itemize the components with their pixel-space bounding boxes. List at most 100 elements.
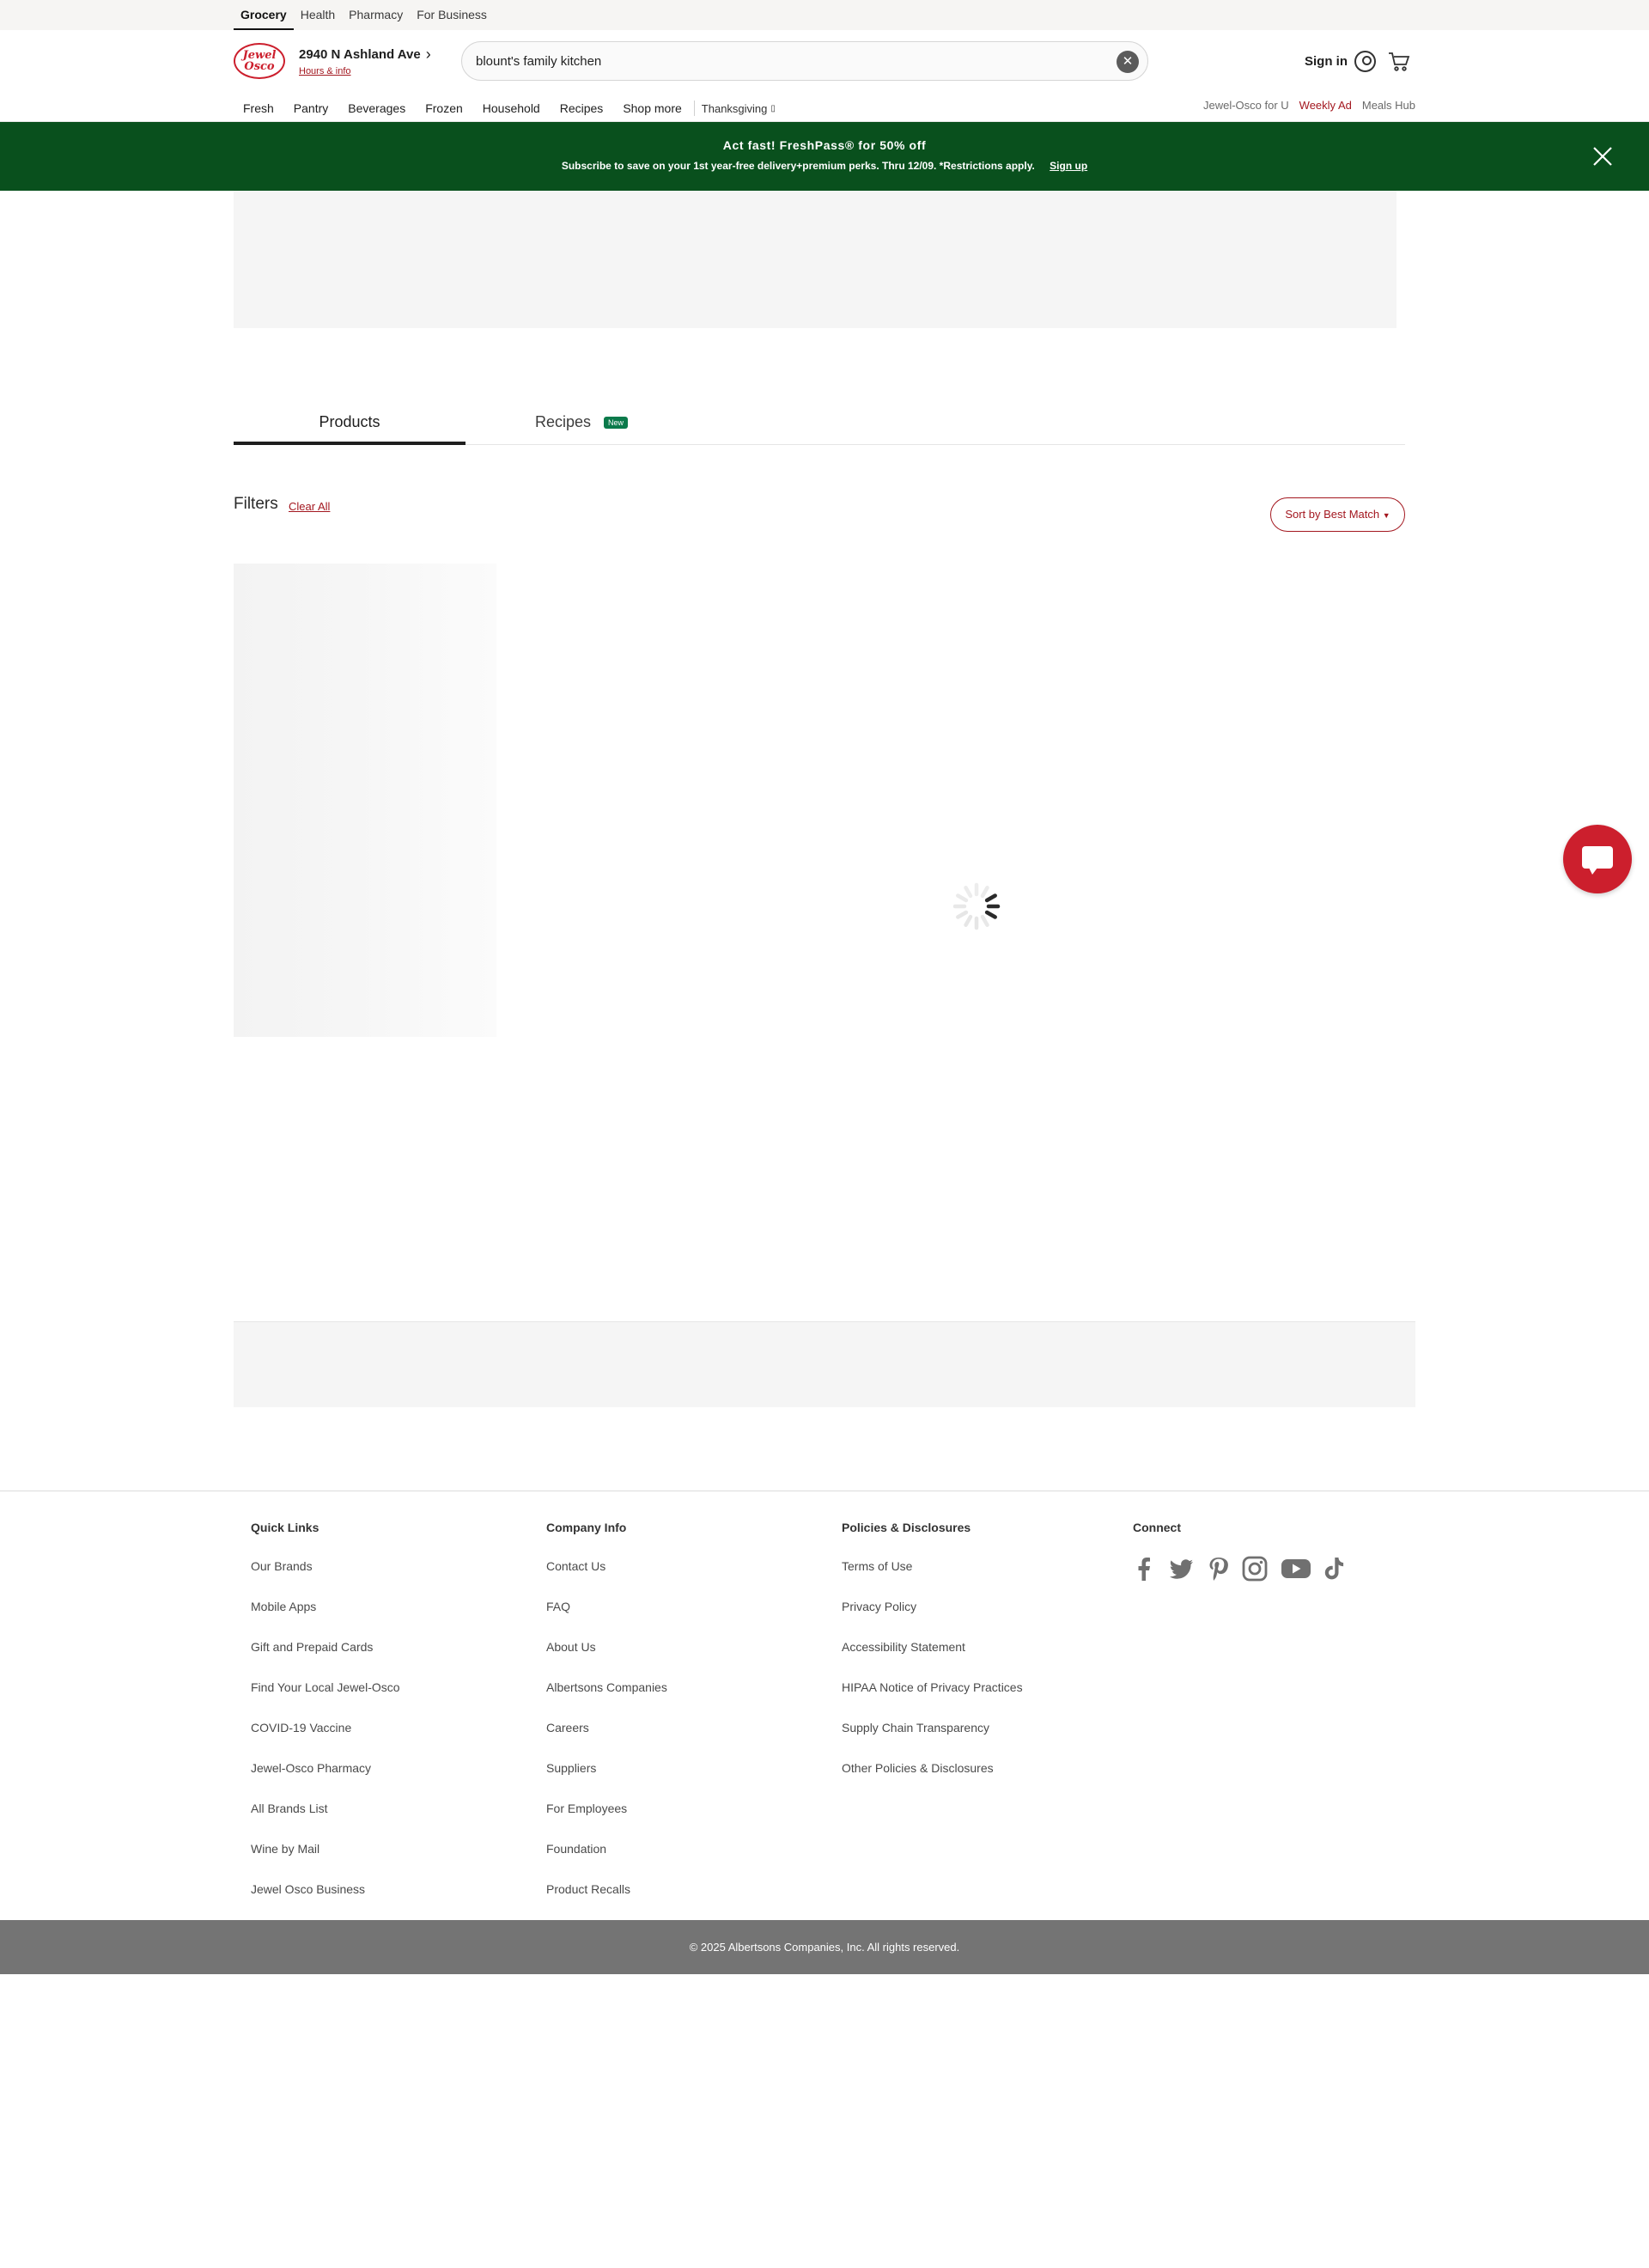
footer-link-other-policies[interactable]: Other Policies & Disclosures [842, 1761, 1023, 1802]
site-header: Jewel Osco 2940 N Ashland Ave › Hours & … [0, 30, 1649, 122]
footer-link-hipaa[interactable]: HIPAA Notice of Privacy Practices [842, 1680, 1023, 1721]
sign-in-label: Sign in [1305, 54, 1348, 69]
thanksgiving-label: Thanksgiving [701, 101, 768, 115]
store-address[interactable]: 2940 N Ashland Ave › [299, 46, 431, 64]
footer-link-suppliers[interactable]: Suppliers [546, 1761, 667, 1802]
utility-tab-pharmacy[interactable]: Pharmacy [342, 0, 410, 30]
instagram-icon[interactable] [1241, 1555, 1269, 1582]
footer-link-gift-cards[interactable]: Gift and Prepaid Cards [251, 1640, 400, 1680]
search-result-tabs: Products Recipes New [234, 405, 1405, 445]
clear-search-icon[interactable]: ✕ [1117, 51, 1139, 73]
footer-link-wine-by-mail[interactable]: Wine by Mail [251, 1842, 400, 1882]
nav-item-fresh[interactable]: Fresh [243, 101, 274, 115]
footer-link-all-brands[interactable]: All Brands List [251, 1802, 400, 1842]
promo-sign-up-link[interactable]: Sign up [1050, 160, 1087, 172]
footer-link-business[interactable]: Jewel Osco Business [251, 1882, 400, 1923]
external-link-icon: ▯ [770, 103, 776, 113]
utility-bar: Grocery Health Pharmacy For Business [0, 0, 1649, 30]
sign-in-button[interactable]: Sign in [1305, 51, 1376, 72]
footer-link-find-store[interactable]: Find Your Local Jewel-Osco [251, 1680, 400, 1721]
footer-link-careers[interactable]: Careers [546, 1721, 667, 1761]
company-info-title: Company Info [546, 1521, 627, 1534]
weekly-ad-link[interactable]: Weekly Ad [1299, 99, 1352, 112]
footer-company-info: Company Info Contact Us FAQ About Us Alb… [546, 1521, 667, 1923]
filters-skeleton-loader [234, 564, 496, 1037]
clear-all-filters-link[interactable]: Clear All [289, 500, 330, 513]
facebook-icon[interactable] [1133, 1556, 1155, 1582]
nav-item-shop-more[interactable]: Shop more [623, 101, 681, 115]
jewel-osco-logo[interactable]: Jewel Osco [234, 43, 285, 79]
hours-info-link[interactable]: Hours & info [299, 66, 431, 76]
filters-title: Filters [234, 495, 278, 513]
footer-link-covid-vaccine[interactable]: COVID-19 Vaccine [251, 1721, 400, 1761]
footer-link-mobile-apps[interactable]: Mobile Apps [251, 1600, 400, 1640]
nav-item-thanksgiving[interactable]: Thanksgiving ▯ [702, 102, 776, 115]
footer-quick-links: Quick Links Our Brands Mobile Apps Gift … [251, 1521, 400, 1923]
tiktok-icon[interactable] [1323, 1556, 1346, 1582]
footer-link-our-brands[interactable]: Our Brands [251, 1559, 400, 1600]
utility-tab-health[interactable]: Health [294, 0, 342, 30]
footer-connect: Connect [1133, 1521, 1346, 1582]
utility-tabs: Grocery Health Pharmacy For Business [234, 0, 494, 30]
footer-link-contact-us[interactable]: Contact Us [546, 1559, 667, 1600]
nav-item-recipes[interactable]: Recipes [560, 101, 604, 115]
social-icons [1133, 1555, 1346, 1582]
promo-title: Act fast! FreshPass® for 50% off [722, 138, 927, 152]
copyright-bar: © 2025 Albertsons Companies, Inc. All ri… [0, 1920, 1649, 1974]
caret-down-icon: ▼ [1382, 511, 1390, 520]
nav-item-frozen[interactable]: Frozen [425, 101, 463, 115]
footer-link-faq[interactable]: FAQ [546, 1600, 667, 1640]
nav-item-pantry[interactable]: Pantry [294, 101, 328, 115]
user-account-icon [1354, 51, 1376, 72]
pinterest-icon[interactable] [1207, 1556, 1229, 1582]
close-icon[interactable] [1591, 144, 1615, 168]
logo-text-osco: Osco [244, 60, 275, 73]
twitter-icon[interactable] [1167, 1556, 1195, 1582]
store-address-text: 2940 N Ashland Ave [299, 47, 421, 62]
copyright-text: © 2025 Albertsons Companies, Inc. All ri… [689, 1941, 960, 1954]
footer-link-privacy[interactable]: Privacy Policy [842, 1600, 1023, 1640]
nav-item-household[interactable]: Household [483, 101, 540, 115]
loading-spinner-icon [952, 882, 1001, 930]
connect-title: Connect [1133, 1521, 1181, 1534]
chat-support-button[interactable] [1563, 825, 1632, 893]
footer-link-albertsons[interactable]: Albertsons Companies [546, 1680, 667, 1721]
ad-banner-placeholder [234, 191, 1396, 328]
tab-products-label: Products [319, 413, 380, 430]
footer-link-product-recalls[interactable]: Product Recalls [546, 1882, 667, 1923]
nav-divider [693, 101, 695, 116]
search-input[interactable] [462, 42, 1080, 80]
tab-products[interactable]: Products [234, 405, 465, 445]
footer-link-supply-chain[interactable]: Supply Chain Transparency [842, 1721, 1023, 1761]
sort-dropdown[interactable]: Sort by Best Match ▼ [1270, 497, 1405, 532]
promo-subtitle: Subscribe to save on your 1st year-free … [561, 160, 1035, 172]
footer-link-about-us[interactable]: About Us [546, 1640, 667, 1680]
youtube-icon[interactable] [1281, 1557, 1311, 1581]
footer-link-terms[interactable]: Terms of Use [842, 1559, 1023, 1600]
promo-subtitle-row: Subscribe to save on your 1st year-free … [0, 160, 1649, 172]
footer-link-accessibility[interactable]: Accessibility Statement [842, 1640, 1023, 1680]
footer-link-employees[interactable]: For Employees [546, 1802, 667, 1842]
sort-label: Sort by Best Match [1285, 508, 1380, 521]
footer-link-pharmacy[interactable]: Jewel-Osco Pharmacy [251, 1761, 400, 1802]
freshpass-promo-banner: Act fast! FreshPass® for 50% off Subscri… [0, 122, 1649, 191]
meals-hub-link[interactable]: Meals Hub [1362, 99, 1415, 112]
utility-tab-grocery[interactable]: Grocery [234, 0, 294, 30]
footer-policies: Policies & Disclosures Terms of Use Priv… [842, 1521, 1023, 1802]
quick-links-title: Quick Links [251, 1521, 319, 1534]
jewel-osco-for-u-link[interactable]: Jewel-Osco for U [1203, 99, 1289, 112]
main-nav: Fresh Pantry Beverages Frozen Household … [234, 97, 776, 119]
utility-tab-for-business[interactable]: For Business [410, 0, 494, 30]
chevron-right-icon: › [425, 46, 431, 63]
nav-right-links: Jewel-Osco for U Weekly Ad Meals Hub [1203, 99, 1415, 112]
site-footer: Quick Links Our Brands Mobile Apps Gift … [0, 1491, 1649, 1920]
store-selector[interactable]: 2940 N Ashland Ave › Hours & info [299, 46, 431, 76]
policies-title: Policies & Disclosures [842, 1521, 971, 1534]
cart-icon[interactable] [1388, 52, 1410, 72]
footer-link-foundation[interactable]: Foundation [546, 1842, 667, 1882]
search-box: ✕ [461, 41, 1148, 81]
new-badge: New [604, 417, 629, 430]
tab-recipes[interactable]: Recipes New [465, 405, 697, 445]
chat-bubble-icon [1582, 846, 1613, 875]
nav-item-beverages[interactable]: Beverages [348, 101, 405, 115]
